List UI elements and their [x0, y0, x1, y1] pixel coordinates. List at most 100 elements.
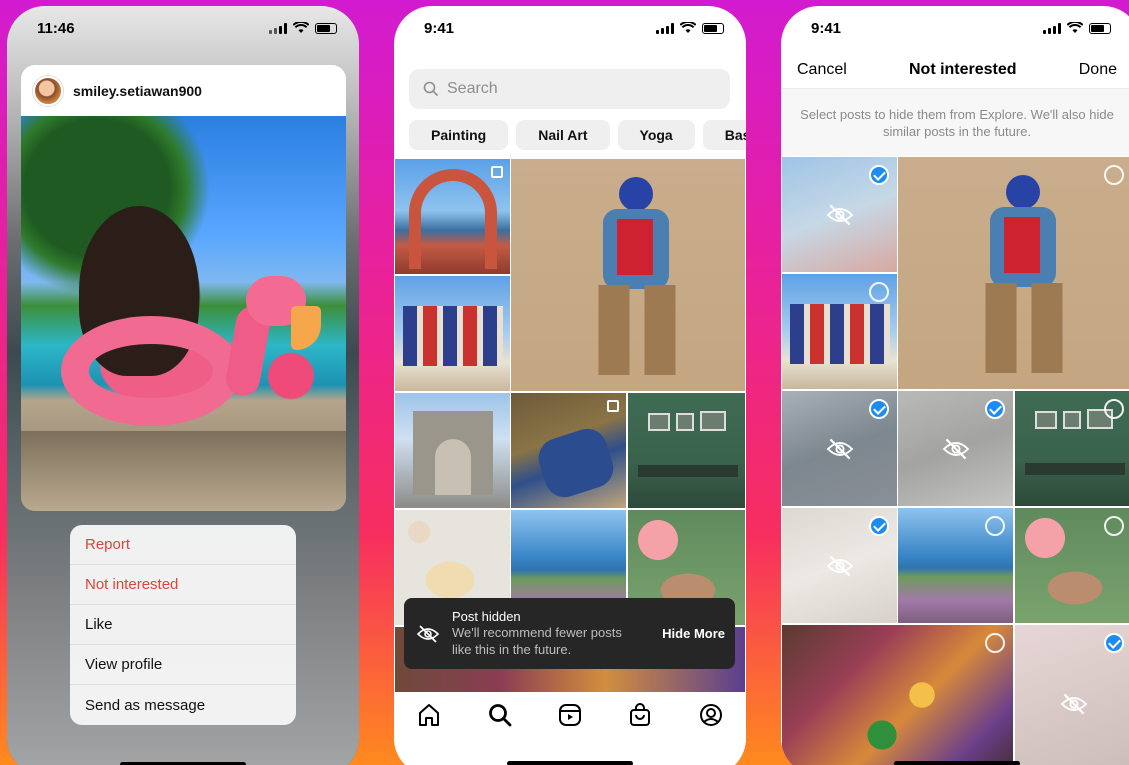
avatar[interactable]: [33, 75, 63, 106]
photo-flamingo-float: [61, 316, 241, 426]
post-photo: [21, 116, 346, 511]
selected-checkbox[interactable]: [1104, 633, 1124, 653]
wifi-icon: [680, 22, 696, 34]
done-button[interactable]: Done: [1079, 61, 1117, 79]
search-icon: [423, 81, 439, 97]
unselected-checkbox[interactable]: [985, 633, 1005, 653]
toast-title: Post hidden: [452, 609, 521, 624]
tile-hat: [619, 177, 653, 211]
eye-slash-icon: [416, 624, 440, 643]
selected-checkbox[interactable]: [869, 516, 889, 536]
grid-tile-green-room[interactable]: [1014, 390, 1129, 507]
search-icon[interactable]: [487, 702, 513, 728]
tile-shirt: [617, 219, 653, 275]
grid-tile-friends[interactable]: [394, 275, 511, 392]
grid-tile-hidden[interactable]: [897, 390, 1014, 507]
chip-yoga[interactable]: Yoga: [617, 120, 695, 150]
eye-slash-icon: [1060, 693, 1087, 715]
hide-more-button[interactable]: Hide More: [662, 626, 725, 641]
menu-item-send-as-message[interactable]: Send as message: [70, 685, 296, 725]
grid-tile-dancer[interactable]: [897, 156, 1129, 390]
selected-checkbox[interactable]: [869, 165, 889, 185]
tile-frame: [700, 411, 726, 431]
status-icons: [1043, 22, 1111, 34]
tile-pants: [976, 283, 1072, 373]
tile-shirt: [1004, 217, 1040, 273]
grid-tile-flowers[interactable]: [1014, 507, 1129, 624]
home-indicator[interactable]: [507, 761, 633, 765]
grid-tile-arch-seaside[interactable]: [394, 158, 511, 275]
post-card: smiley.setiawan900: [21, 65, 346, 511]
photo-flamingo-beak: [291, 306, 321, 350]
unselected-checkbox[interactable]: [1104, 516, 1124, 536]
tile-frame: [1063, 411, 1081, 429]
signal-icon: [269, 22, 287, 34]
grid-tile-girls-rocks[interactable]: [510, 392, 627, 509]
grid-tile-hidden[interactable]: [781, 390, 898, 507]
post-hidden-toast: Post hidden We'll recommend fewer posts …: [404, 598, 735, 669]
home-indicator[interactable]: [894, 761, 1020, 765]
status-icons: [269, 22, 337, 34]
grid-tile-monument[interactable]: [394, 392, 511, 509]
selected-checkbox[interactable]: [985, 399, 1005, 419]
chip-painting[interactable]: Painting: [409, 120, 509, 150]
carousel-icon: [491, 166, 503, 178]
signal-icon: [1043, 22, 1061, 34]
status-bar: 11:46: [7, 6, 359, 50]
tile-people: [403, 306, 503, 366]
grid-tile-hidden[interactable]: [781, 156, 898, 273]
context-menu: Report Not interested Like View profile …: [70, 525, 296, 725]
search-placeholder: Search: [447, 80, 498, 97]
phone-explore: 9:41 Search Painting Nail Art Yoga Base: [394, 6, 746, 765]
selected-checkbox[interactable]: [869, 399, 889, 419]
menu-item-like[interactable]: Like: [70, 605, 296, 645]
unselected-checkbox[interactable]: [1104, 165, 1124, 185]
shop-icon[interactable]: [627, 702, 653, 728]
status-time: 9:41: [811, 19, 842, 37]
tile-monument-arch: [435, 439, 471, 495]
eye-slash-icon: [826, 204, 853, 225]
grid-tile-friends[interactable]: [781, 273, 898, 390]
status-time: 11:46: [37, 19, 75, 37]
home-icon[interactable]: [416, 702, 442, 728]
grid-tile-dancer[interactable]: [510, 158, 746, 392]
username[interactable]: smiley.setiawan900: [73, 83, 202, 99]
search-input[interactable]: Search: [409, 69, 730, 109]
tile-table: [638, 465, 738, 477]
tile-people: [790, 304, 890, 364]
grid-tile-food[interactable]: [781, 624, 1014, 765]
tile-overalls: [533, 423, 619, 503]
tile-hat: [1006, 175, 1040, 209]
unselected-checkbox[interactable]: [985, 516, 1005, 536]
tile-frame: [1035, 411, 1057, 429]
eye-slash-icon: [826, 438, 853, 459]
chip-base[interactable]: Base: [702, 120, 746, 150]
unselected-checkbox[interactable]: [869, 282, 889, 302]
menu-item-not-interested[interactable]: Not interested: [70, 565, 296, 605]
chip-nail-art[interactable]: Nail Art: [516, 120, 610, 150]
profile-icon[interactable]: [698, 702, 724, 728]
cancel-button[interactable]: Cancel: [797, 61, 847, 79]
grid-tile-coast[interactable]: [897, 507, 1014, 624]
unselected-checkbox[interactable]: [1104, 399, 1124, 419]
grid-tile-green-room[interactable]: [627, 392, 746, 509]
tile-arch-shape: [409, 169, 497, 269]
tile-pants: [589, 285, 685, 375]
reels-icon[interactable]: [557, 702, 583, 728]
tab-bar: [394, 692, 746, 765]
battery-icon: [1089, 22, 1111, 34]
grid-tile-hidden[interactable]: [781, 507, 898, 624]
photo-ground: [21, 431, 346, 511]
menu-item-report[interactable]: Report: [70, 525, 296, 565]
menu-item-view-profile[interactable]: View profile: [70, 645, 296, 685]
signal-icon: [656, 22, 674, 34]
battery-icon: [315, 22, 337, 34]
carousel-icon: [607, 400, 619, 412]
post-header: smiley.setiawan900: [21, 65, 346, 116]
grid-tile-hidden[interactable]: [1014, 624, 1129, 765]
page-title: Not interested: [908, 61, 1017, 78]
eye-slash-icon: [826, 555, 853, 576]
wifi-icon: [1067, 22, 1083, 34]
eye-slash-icon: [942, 438, 969, 459]
wifi-icon: [293, 22, 309, 34]
